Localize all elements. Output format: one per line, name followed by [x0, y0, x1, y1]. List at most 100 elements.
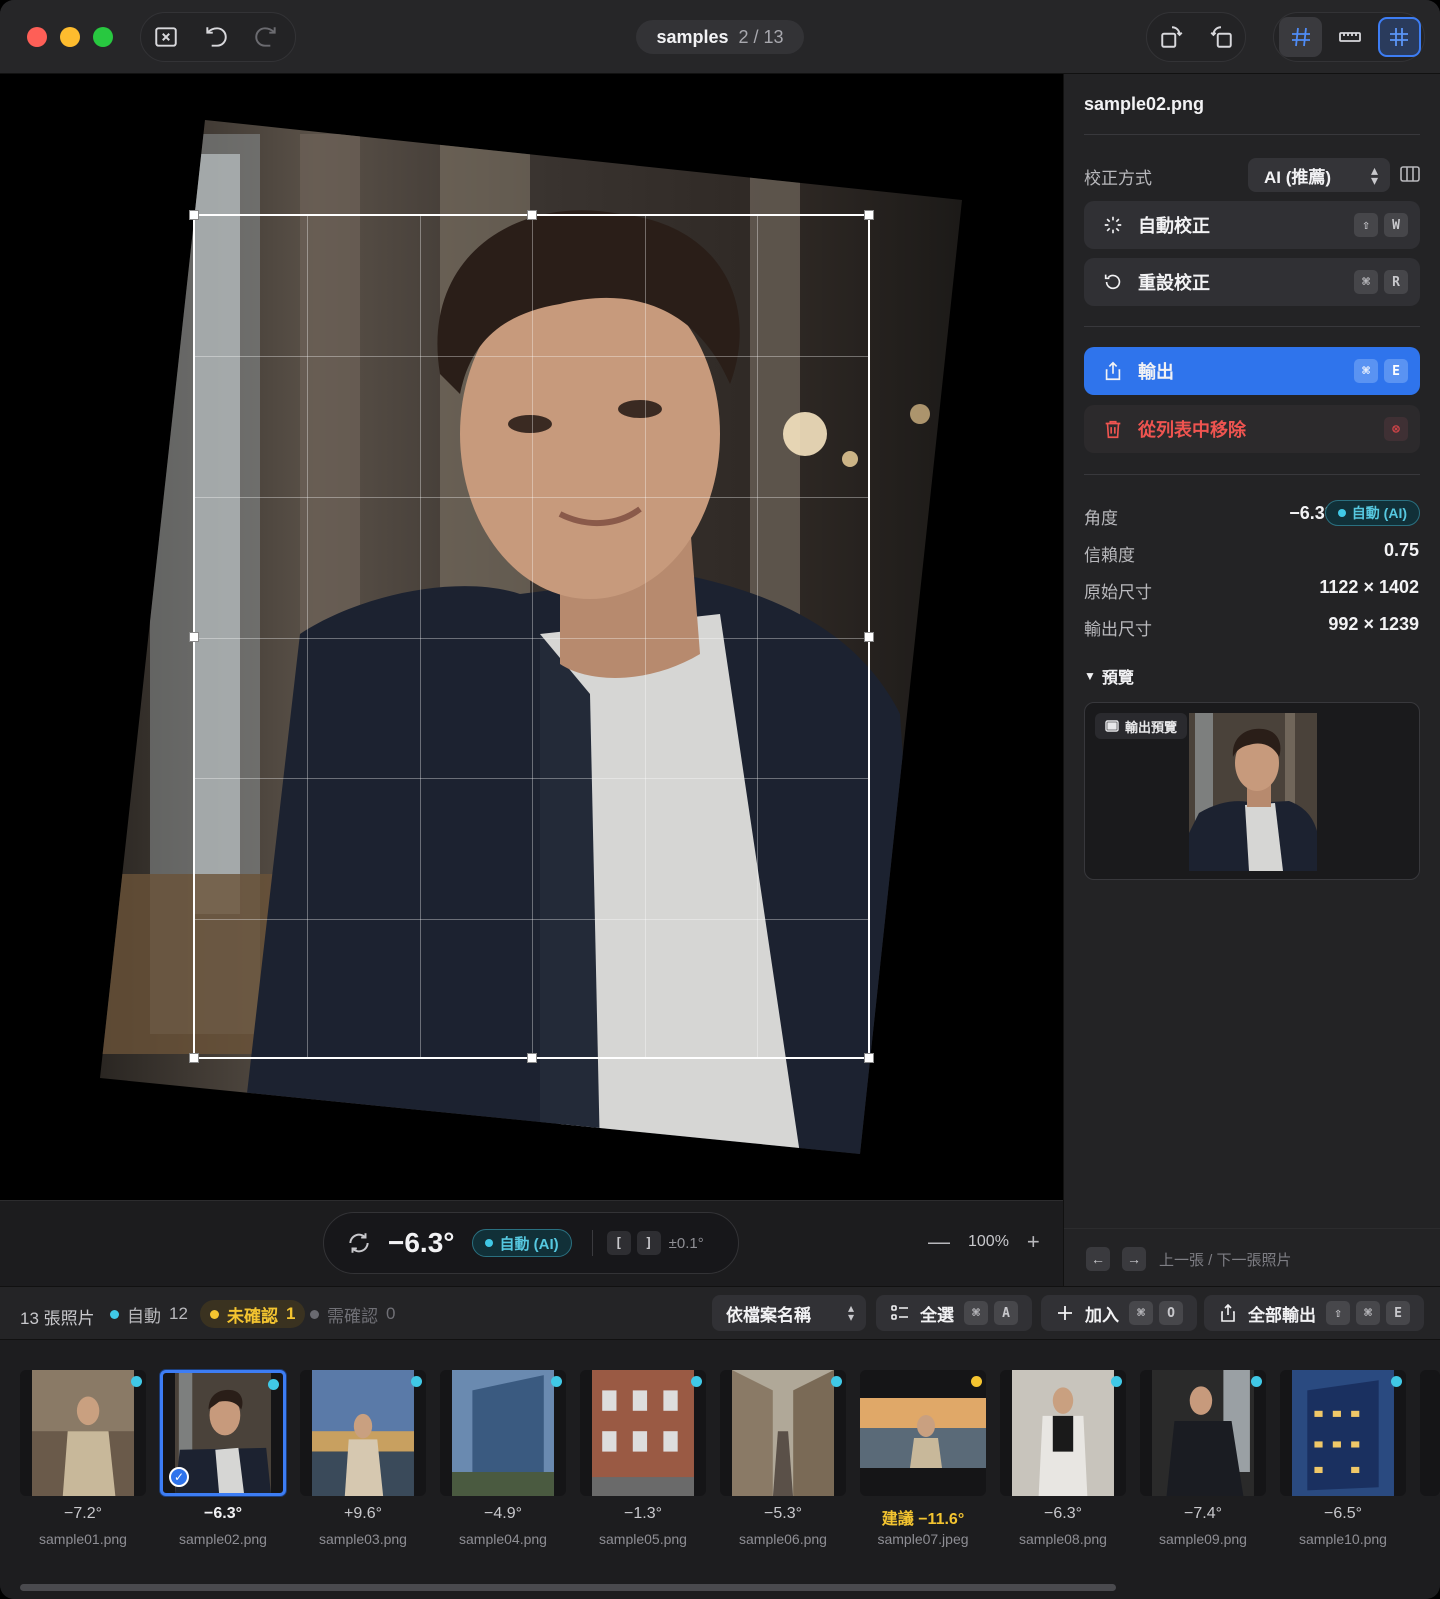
thumbnail-angle: +9.6° — [344, 1505, 382, 1522]
unconfirmed-status-dot — [210, 1309, 219, 1319]
grid-line — [645, 216, 646, 1057]
preview-tag: 輸出預覽 — [1095, 713, 1188, 739]
thumbnail-image — [1012, 1370, 1114, 1496]
original-size-label: 原始尺寸 — [1084, 583, 1152, 602]
filmstrip[interactable]: −7.2° sample01.png ✓ −6.3° sample02.png … — [0, 1340, 1440, 1599]
method-select[interactable]: AI (推薦) ▴ ▾ — [1248, 158, 1390, 192]
shortcut-key: W — [1384, 213, 1408, 237]
split-view-icon[interactable] — [1398, 162, 1422, 186]
filter-needs-review[interactable]: 需確認 0 — [300, 1300, 405, 1328]
undo-button[interactable] — [191, 13, 241, 61]
rotate-right-button[interactable] — [1196, 13, 1245, 61]
crop-handle-top-left[interactable] — [189, 210, 199, 220]
filter-auto[interactable]: 自動 12 — [100, 1300, 198, 1328]
zoom-in-button[interactable]: + — [1027, 1229, 1040, 1255]
checkmark-icon: ✓ — [169, 1467, 189, 1487]
angle-mode-badge: 自動 (AI) — [1324, 500, 1420, 526]
close-photo-button[interactable] — [141, 13, 191, 61]
remove-from-list-button[interactable]: 從列表中移除 ⊗ — [1084, 405, 1420, 453]
thumbnail-name: sample09.png — [1159, 1531, 1247, 1547]
angle-label: 角度 — [1084, 509, 1118, 528]
auto-status-dot — [411, 1376, 422, 1387]
straighten-grid-toggle[interactable] — [1279, 17, 1323, 57]
auto-status-dot — [131, 1376, 142, 1387]
auto-status-dot — [831, 1376, 842, 1387]
add-photos-button[interactable]: 加入 ⌘ O — [1041, 1295, 1197, 1331]
thumbnail-image — [32, 1370, 134, 1496]
filter-unconfirmed[interactable]: 未確認 1 — [200, 1300, 306, 1328]
rotate-left-button[interactable] — [1147, 13, 1196, 61]
thumbnail-selected[interactable]: ✓ — [160, 1370, 286, 1496]
shortcut-key: ⇧ — [1354, 213, 1378, 237]
filmstrip-scrollbar[interactable] — [20, 1584, 1116, 1591]
thumbnail[interactable] — [1280, 1370, 1406, 1496]
crop-handle-bottom-left[interactable] — [189, 1053, 199, 1063]
review-status-dot — [310, 1309, 319, 1319]
crop-handle-top[interactable] — [527, 210, 537, 220]
original-size-value: 1122 × 1402 — [1319, 577, 1419, 597]
select-all-button[interactable]: 全選 ⌘ A — [876, 1295, 1032, 1331]
redo-icon — [255, 27, 276, 47]
redo-button[interactable] — [241, 13, 291, 61]
thumbnail-angle: −7.2° — [64, 1505, 102, 1522]
tilted-grid-icon — [1291, 27, 1310, 47]
crop-handle-top-right[interactable] — [864, 210, 874, 220]
thumbnail[interactable] — [1140, 1370, 1266, 1496]
thumbnail-image — [1152, 1370, 1254, 1496]
ruler-toggle[interactable] — [1328, 17, 1371, 57]
export-button[interactable]: 輸出 ⌘ E — [1084, 347, 1420, 395]
title-bar: samples 2 / 13 — [0, 0, 1440, 74]
angle-value[interactable]: −6.3° — [388, 1227, 454, 1259]
export-all-button[interactable]: 全部輸出 ⇧ ⌘ E — [1204, 1295, 1424, 1331]
step-decrease-key[interactable]: [ — [606, 1231, 631, 1255]
zoom-window-button[interactable] — [93, 27, 113, 47]
preview-section-toggle[interactable]: ▼ 預覽 — [1084, 664, 1134, 688]
shortcut-key: ⌘ — [1129, 1301, 1153, 1325]
chevron-updown-icon: ▴ ▾ — [1370, 162, 1378, 188]
auto-correct-button[interactable]: 自動校正 ⇧ W — [1084, 201, 1420, 249]
crop-handle-left[interactable] — [189, 632, 199, 642]
auto-status-dot — [268, 1379, 279, 1390]
thumbnail[interactable] — [860, 1370, 986, 1496]
thumbnail[interactable] — [720, 1370, 846, 1496]
next-photo-button[interactable]: → — [1122, 1247, 1146, 1271]
shortcut-key: ⌘ — [1354, 359, 1378, 383]
thumbnail[interactable] — [580, 1370, 706, 1496]
auto-status-dot — [1251, 1376, 1262, 1387]
delete-key-icon: ⊗ — [1384, 417, 1408, 441]
share-icon — [1221, 1303, 1235, 1322]
thumbnail-image — [592, 1370, 694, 1496]
divider — [1084, 326, 1420, 327]
crop-handle-bottom[interactable] — [527, 1053, 537, 1063]
grid-overlay-toggle[interactable] — [1377, 17, 1421, 57]
zoom-level: 100% — [968, 1233, 1009, 1250]
thumbnail-partial[interactable] — [1420, 1370, 1440, 1496]
checklist-icon — [891, 1305, 908, 1320]
previous-photo-button[interactable]: ← — [1086, 1247, 1110, 1271]
rotate-reset-icon[interactable] — [346, 1230, 372, 1256]
thumbnail[interactable] — [440, 1370, 566, 1496]
close-window-button[interactable] — [27, 27, 47, 47]
title-pill: samples 2 / 13 — [636, 20, 804, 54]
export-all-label: 全部輸出 — [1248, 1305, 1316, 1325]
add-photos-label: 加入 — [1085, 1305, 1119, 1325]
thumbnail-angle: 建議 −11.6° — [881, 1511, 965, 1528]
minimize-window-button[interactable] — [60, 27, 80, 47]
zoom-out-button[interactable]: — — [928, 1229, 950, 1255]
thumbnail[interactable] — [1000, 1370, 1126, 1496]
sparkle-icon — [1104, 216, 1122, 234]
thumbnail[interactable] — [20, 1370, 146, 1496]
trash-icon — [1105, 420, 1121, 439]
crop-handle-bottom-right[interactable] — [864, 1053, 874, 1063]
crop-frame[interactable] — [189, 210, 874, 1063]
step-increase-key[interactable]: ] — [636, 1231, 661, 1255]
sort-select[interactable]: 依檔案名稱 ▴ ▾ — [712, 1295, 866, 1331]
divider — [591, 1230, 593, 1256]
editor-canvas[interactable] — [0, 74, 1063, 1200]
crop-handle-right[interactable] — [864, 632, 874, 642]
angle-control: −6.3° 自動 (AI) [ ] ±0.1° — [323, 1212, 739, 1274]
output-size-value: 992 × 1239 — [1328, 614, 1419, 634]
thumbnail[interactable] — [300, 1370, 426, 1496]
photo-nav-bar: ← → 上一張 / 下一張照片 — [1064, 1228, 1440, 1286]
reset-correct-button[interactable]: 重設校正 ⌘ R — [1084, 258, 1420, 306]
